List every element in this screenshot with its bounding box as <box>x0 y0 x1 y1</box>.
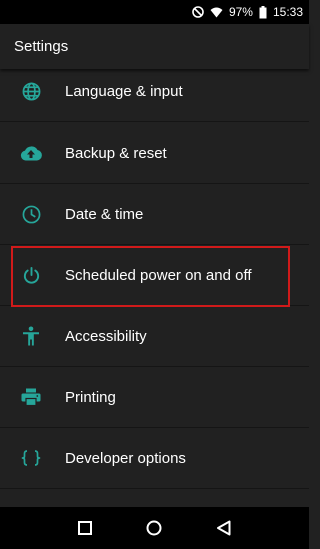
settings-item-language[interactable]: Language & input <box>0 69 309 122</box>
recents-icon[interactable] <box>74 517 96 539</box>
settings-item-developer[interactable]: Developer options <box>0 428 309 489</box>
settings-item-scheduled-power[interactable]: Scheduled power on and off <box>0 245 309 306</box>
settings-item-date-time[interactable]: Date & time <box>0 184 309 245</box>
globe-icon <box>20 80 42 102</box>
clock-time: 15:33 <box>272 5 303 19</box>
power-icon <box>20 264 42 286</box>
battery-percent: 97% <box>228 5 253 19</box>
settings-item-label: Scheduled power on and off <box>65 266 252 284</box>
page-title: Settings <box>14 38 69 55</box>
settings-item-printing[interactable]: Printing <box>0 367 309 428</box>
settings-item-accessibility[interactable]: Accessibility <box>0 306 309 367</box>
wifi-icon <box>210 7 223 18</box>
settings-item-backup[interactable]: Backup & reset <box>0 123 309 184</box>
settings-item-label: Language & input <box>65 82 183 100</box>
app-bar: Settings <box>0 24 309 69</box>
printer-icon <box>20 386 42 408</box>
battery-icon <box>259 5 267 19</box>
settings-item-label: Developer options <box>65 449 186 467</box>
settings-item-label: Backup & reset <box>65 144 167 162</box>
settings-item-label: Printing <box>65 388 116 406</box>
do-not-disturb-icon <box>192 6 204 18</box>
settings-item-label: Date & time <box>65 205 144 223</box>
home-icon[interactable] <box>143 517 165 539</box>
clock-icon <box>20 203 42 225</box>
accessibility-icon <box>20 325 42 347</box>
braces-icon <box>20 447 42 469</box>
navigation-bar <box>0 507 309 549</box>
settings-item-label: Accessibility <box>65 327 147 345</box>
status-bar: 97% 15:33 <box>0 0 309 24</box>
cloud-upload-icon <box>20 142 42 164</box>
settings-item-partial[interactable] <box>0 489 309 507</box>
back-icon[interactable] <box>213 517 235 539</box>
settings-list: Language & input Backup & reset Date & t… <box>0 69 309 507</box>
